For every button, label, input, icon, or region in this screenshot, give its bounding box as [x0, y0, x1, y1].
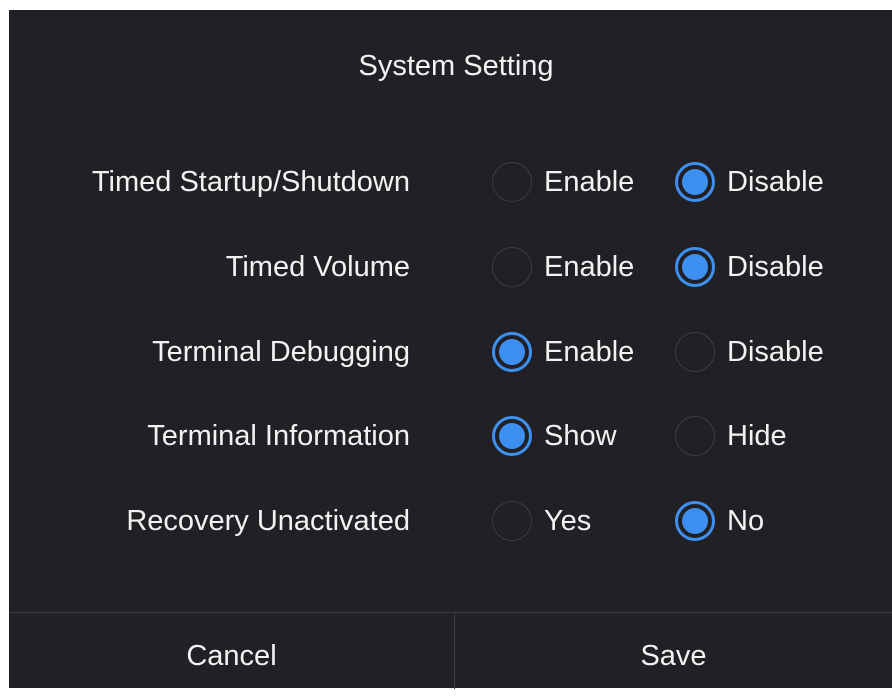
system-setting-dialog: System Setting Timed Startup/Shutdown En…: [9, 10, 892, 689]
recovery-unactivated-no-radio[interactable]: No: [675, 497, 764, 545]
timed-volume-disable-radio[interactable]: Disable: [675, 243, 824, 291]
radio-circle-icon: [675, 247, 715, 287]
setting-row-recovery-unactivated: Recovery Unactivated Yes No: [9, 497, 892, 545]
option-label: No: [727, 505, 765, 537]
setting-label: Recovery Unactivated: [126, 505, 410, 537]
radio-circle-icon: [492, 501, 532, 541]
setting-row-timed-volume: Timed Volume Enable Disable: [9, 243, 892, 291]
option-label: Enable: [544, 166, 635, 198]
radio-circle-icon: [675, 416, 715, 456]
terminal-debugging-enable-radio[interactable]: Enable: [492, 328, 634, 376]
radio-circle-icon: [675, 162, 715, 202]
setting-row-terminal-debugging: Terminal Debugging Enable Disable: [9, 328, 892, 376]
timed-volume-enable-radio[interactable]: Enable: [492, 243, 634, 291]
dialog-footer: Cancel Save: [9, 612, 892, 689]
option-label: Disable: [727, 251, 824, 283]
setting-label: Timed Volume: [225, 251, 410, 283]
setting-label: Terminal Information: [147, 420, 410, 452]
timed-startup-enable-radio[interactable]: Enable: [492, 158, 634, 206]
timed-startup-disable-radio[interactable]: Disable: [675, 158, 824, 206]
setting-row-timed-startup-shutdown: Timed Startup/Shutdown Enable Disable: [9, 158, 892, 206]
radio-circle-icon: [675, 501, 715, 541]
radio-circle-icon: [675, 332, 715, 372]
cancel-button[interactable]: Cancel: [9, 613, 455, 689]
option-label: Hide: [727, 420, 787, 452]
terminal-information-show-radio[interactable]: Show: [492, 412, 617, 460]
dialog-title: System Setting: [358, 50, 554, 82]
option-label: Yes: [544, 505, 592, 537]
option-label: Disable: [727, 336, 824, 368]
setting-label: Terminal Debugging: [152, 336, 410, 368]
setting-label: Timed Startup/Shutdown: [91, 166, 410, 198]
radio-circle-icon: [492, 416, 532, 456]
option-label: Enable: [544, 336, 635, 368]
option-label: Enable: [544, 251, 635, 283]
radio-circle-icon: [492, 247, 532, 287]
option-label: Disable: [727, 166, 824, 198]
setting-row-terminal-information: Terminal Information Show Hide: [9, 412, 892, 460]
save-button[interactable]: Save: [455, 613, 892, 689]
option-label: Show: [544, 420, 617, 452]
radio-circle-icon: [492, 162, 532, 202]
radio-circle-icon: [492, 332, 532, 372]
terminal-debugging-disable-radio[interactable]: Disable: [675, 328, 824, 376]
recovery-unactivated-yes-radio[interactable]: Yes: [492, 497, 591, 545]
terminal-information-hide-radio[interactable]: Hide: [675, 412, 787, 460]
